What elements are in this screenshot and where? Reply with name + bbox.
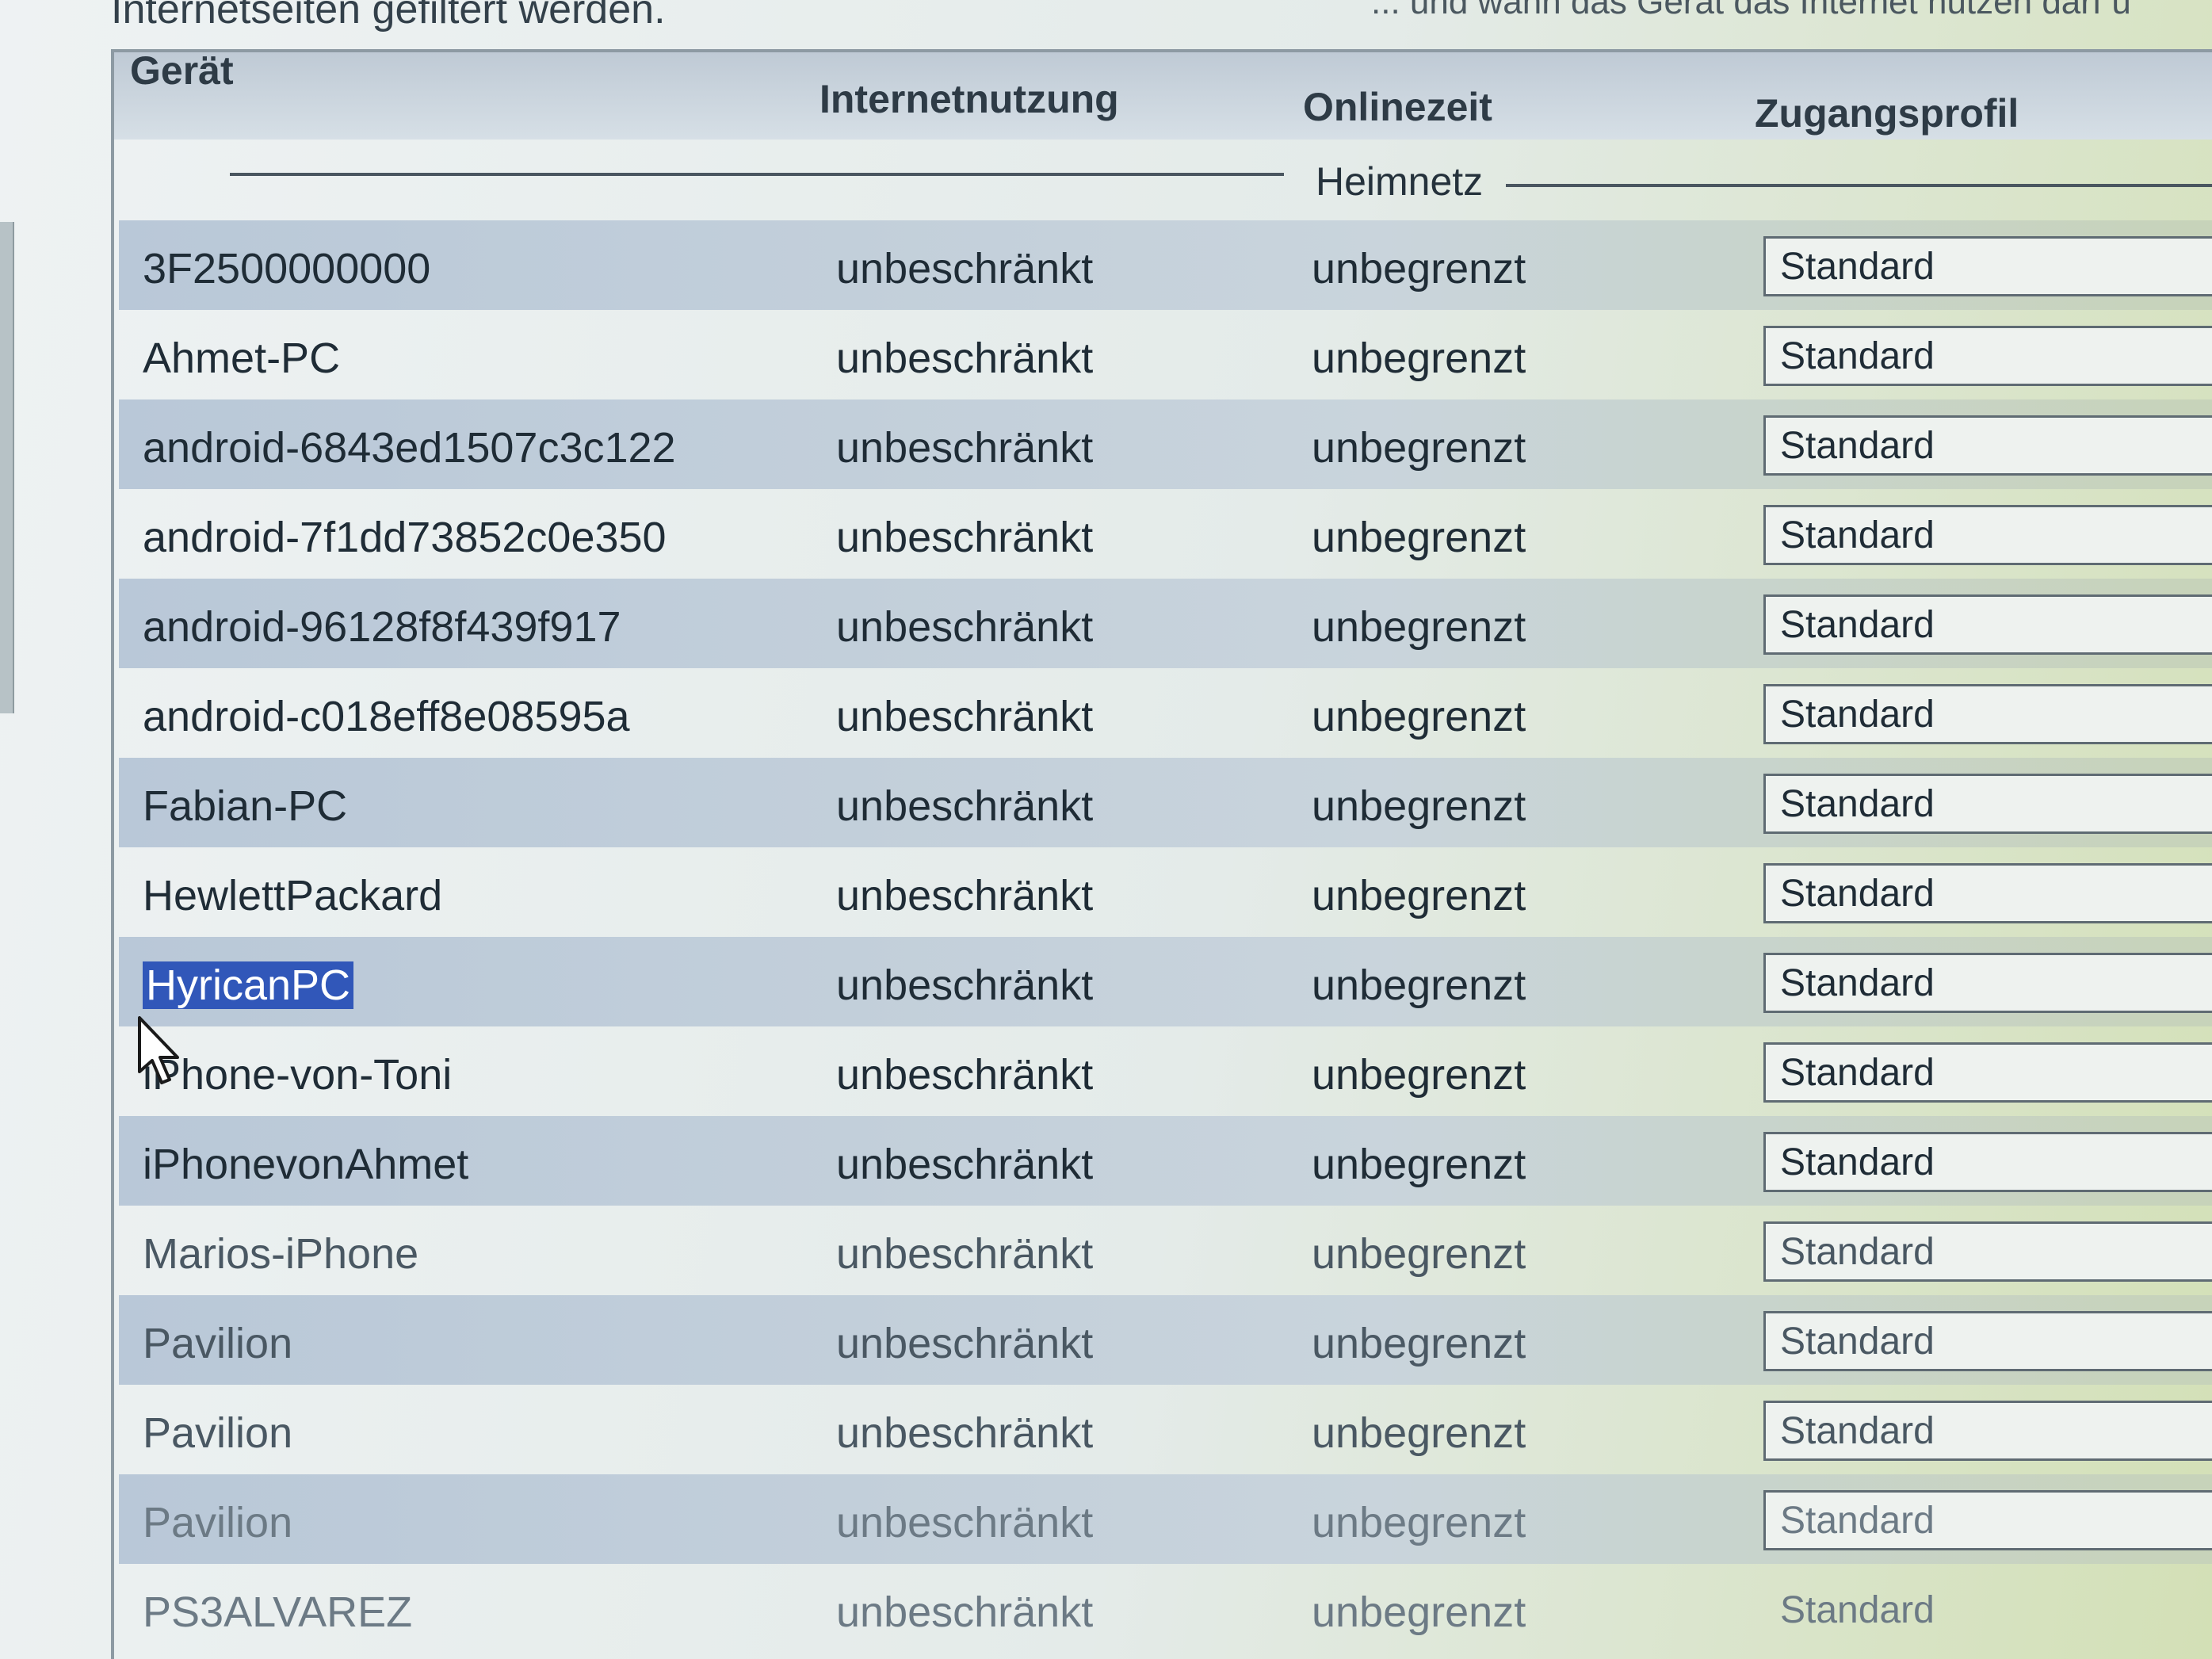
table-row[interactable]: iPhonevonAhmet unbeschränkt unbegrenzt S… <box>119 1116 2212 1206</box>
profile-select[interactable]: Standard <box>1763 953 2212 1013</box>
device-name[interactable]: HewlettPackard <box>143 871 442 920</box>
router-screen: Internetseiten gefiltert werden. ... und… <box>0 0 2212 1659</box>
device-name[interactable]: PS3ALVAREZ <box>143 1588 412 1637</box>
device-name[interactable]: iPhone-von-Toni <box>143 1050 452 1099</box>
device-name[interactable]: android-7f1dd73852c0e350 <box>143 513 667 562</box>
device-name[interactable]: android-6843ed1507c3c122 <box>143 423 676 472</box>
usage-value: unbeschränkt <box>836 1051 1094 1099</box>
group-label: Heimnetz <box>1316 159 1484 204</box>
usage-value: unbeschränkt <box>836 693 1094 740</box>
header-online-time[interactable]: Onlinezeit <box>1303 84 1492 130</box>
table-row[interactable]: Fabian-PC unbeschränkt unbegrenzt Standa… <box>119 758 2212 847</box>
table-row[interactable]: android-7f1dd73852c0e350 unbeschränkt un… <box>119 489 2212 579</box>
online-time-value: unbegrenzt <box>1312 424 1526 472</box>
online-time-value: unbegrenzt <box>1312 782 1526 830</box>
window-edge <box>0 222 14 713</box>
usage-value: unbeschränkt <box>836 245 1094 292</box>
usage-value: unbeschränkt <box>836 334 1094 382</box>
online-time-value: unbegrenzt <box>1312 245 1526 292</box>
intro-text-right: ... und wann das Gerät das Internet nutz… <box>1371 0 2131 21</box>
device-name[interactable]: Ahmet-PC <box>143 334 340 383</box>
profile-select[interactable]: Standard <box>1763 326 2212 386</box>
usage-value: unbeschränkt <box>836 961 1094 1009</box>
profile-select[interactable]: Standard <box>1763 1490 2212 1550</box>
profile-select[interactable]: Standard <box>1763 863 2212 923</box>
table-row[interactable]: iPhone-von-Toni unbeschränkt unbegrenzt … <box>119 1026 2212 1116</box>
usage-value: unbeschränkt <box>836 1141 1094 1188</box>
usage-value: unbeschränkt <box>836 782 1094 830</box>
profile-select[interactable]: Standard <box>1763 236 2212 296</box>
online-time-value: unbegrenzt <box>1312 961 1526 1009</box>
online-time-value: unbegrenzt <box>1312 872 1526 919</box>
usage-value: unbeschränkt <box>836 514 1094 561</box>
online-time-value: unbegrenzt <box>1312 334 1526 382</box>
mouse-pointer-icon <box>138 1016 179 1084</box>
profile-select[interactable]: Standard <box>1763 684 2212 744</box>
device-name[interactable]: Pavilion <box>143 1319 292 1368</box>
profile-select[interactable]: Standard <box>1763 1132 2212 1192</box>
device-name[interactable]: Fabian-PC <box>143 782 347 831</box>
online-time-value: unbegrenzt <box>1312 1588 1526 1636</box>
usage-value: unbeschränkt <box>836 603 1094 651</box>
profile-select[interactable]: Standard <box>1763 1042 2212 1103</box>
header-profile[interactable]: Zugangsprofil <box>1755 90 2019 136</box>
online-time-value: unbegrenzt <box>1312 1499 1526 1546</box>
device-name[interactable]: 3F2500000000 <box>143 244 430 293</box>
table-row[interactable]: 3F2500000000 unbeschränkt unbegrenzt Sta… <box>119 220 2212 310</box>
table-row[interactable]: Pavilion unbeschränkt unbegrenzt Standar… <box>119 1474 2212 1564</box>
profile-select[interactable]: Standard <box>1763 415 2212 476</box>
table-row[interactable]: PS3ALVAREZ unbeschränkt unbegrenzt Stand… <box>119 1564 2212 1653</box>
table-row[interactable]: Ahmet-PC unbeschränkt unbegrenzt Standar… <box>119 310 2212 399</box>
table-row[interactable]: android-6843ed1507c3c122 unbeschränkt un… <box>119 399 2212 489</box>
device-name[interactable]: Marios-iPhone <box>143 1229 418 1279</box>
online-time-value: unbegrenzt <box>1312 1230 1526 1278</box>
online-time-value: unbegrenzt <box>1312 693 1526 740</box>
usage-value: unbeschränkt <box>836 424 1094 472</box>
profile-select[interactable]: Standard <box>1763 1311 2212 1371</box>
usage-value: unbeschränkt <box>836 872 1094 919</box>
table-row[interactable]: Pavilion unbeschränkt unbegrenzt Standar… <box>119 1295 2212 1385</box>
device-name[interactable]: android-c018eff8e08595a <box>143 692 630 741</box>
selected-device-text[interactable]: HyricanPC <box>143 961 354 1009</box>
profile-select[interactable]: Standard <box>1763 774 2212 834</box>
usage-value: unbeschränkt <box>836 1409 1094 1457</box>
profile-select[interactable]: Standard <box>1763 1221 2212 1282</box>
header-usage[interactable]: Internetnutzung <box>819 76 1119 122</box>
table-row[interactable]: Marios-iPhone unbeschränkt unbegrenzt St… <box>119 1206 2212 1295</box>
profile-select[interactable]: Standard <box>1763 594 2212 655</box>
device-name-selected[interactable]: HyricanPC <box>143 961 354 1010</box>
usage-value: unbeschränkt <box>836 1588 1094 1636</box>
table-row[interactable]: Pavilion unbeschränkt unbegrenzt Standar… <box>119 1385 2212 1474</box>
usage-value: unbeschränkt <box>836 1230 1094 1278</box>
table-header: Gerät Internetnutzung Onlinezeit Zugangs… <box>114 48 2212 140</box>
profile-select[interactable]: Standard <box>1763 505 2212 565</box>
table-row-selected[interactable]: HyricanPC unbeschränkt unbegrenzt Standa… <box>119 937 2212 1026</box>
header-device[interactable]: Gerät <box>130 48 234 94</box>
device-name[interactable]: Pavilion <box>143 1409 292 1458</box>
online-time-value: unbegrenzt <box>1312 1409 1526 1457</box>
online-time-value: unbegrenzt <box>1312 603 1526 651</box>
table-row[interactable]: android-96128f8f439f917 unbeschränkt unb… <box>119 579 2212 668</box>
intro-text: Internetseiten gefiltert werden. <box>111 0 666 32</box>
table-row[interactable]: android-c018eff8e08595a unbeschränkt unb… <box>119 668 2212 758</box>
online-time-value: unbegrenzt <box>1312 1320 1526 1367</box>
online-time-value: unbegrenzt <box>1312 1141 1526 1188</box>
device-name[interactable]: iPhonevonAhmet <box>143 1140 468 1189</box>
profile-select[interactable]: Standard <box>1763 1580 2212 1640</box>
usage-value: unbeschränkt <box>836 1499 1094 1546</box>
device-name[interactable]: Pavilion <box>143 1498 292 1547</box>
group-divider-right <box>1506 184 2212 187</box>
table-body: 3F2500000000 unbeschränkt unbegrenzt Sta… <box>119 220 2212 1653</box>
online-time-value: unbegrenzt <box>1312 1051 1526 1099</box>
profile-select[interactable]: Standard <box>1763 1401 2212 1461</box>
group-divider-left <box>230 173 1284 176</box>
usage-value: unbeschränkt <box>836 1320 1094 1367</box>
online-time-value: unbegrenzt <box>1312 514 1526 561</box>
device-name[interactable]: android-96128f8f439f917 <box>143 602 621 652</box>
table-row[interactable]: HewlettPackard unbeschränkt unbegrenzt S… <box>119 847 2212 937</box>
